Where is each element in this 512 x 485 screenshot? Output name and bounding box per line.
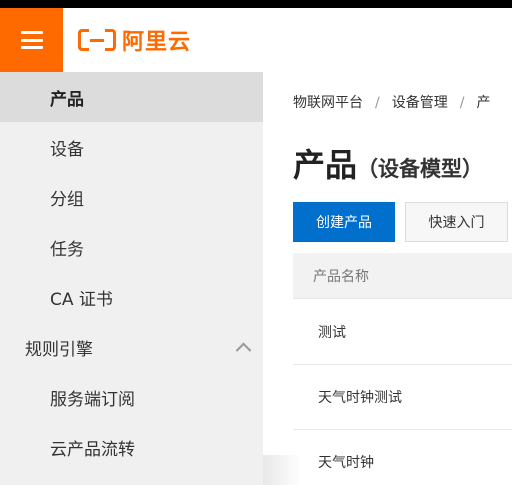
- page-title-subtitle: （设备模型）: [357, 157, 484, 181]
- window-top-border: [0, 0, 512, 8]
- breadcrumb-item: 产: [476, 95, 491, 111]
- sidebar-item-label: 服务端订阅: [50, 389, 135, 410]
- product-name-cell: 测试: [318, 324, 346, 341]
- logo-text: 阿里云: [122, 30, 192, 55]
- page-title: 产品（设备模型）: [293, 140, 483, 186]
- sidebar-item-label: 任务: [50, 239, 84, 260]
- sidebar-group-label: 规则引擎: [25, 339, 93, 360]
- table-row[interactable]: 天气时钟: [293, 429, 512, 485]
- breadcrumb: 物联网平台 / 设备管理 / 产: [293, 92, 490, 112]
- product-name-cell: 天气时钟: [318, 454, 374, 471]
- table-row[interactable]: 天气时钟测试: [293, 364, 512, 430]
- hamburger-icon: [20, 31, 43, 49]
- sidebar-item-groups[interactable]: 分组: [0, 172, 263, 222]
- sidebar-item-cloud-product-forwarding[interactable]: 云产品流转: [0, 422, 263, 472]
- sidebar: 产品 设备 分组 任务 CA 证书 规则引擎 服务端订阅 云产品流转: [0, 72, 263, 485]
- breadcrumb-separator: /: [459, 95, 465, 111]
- column-header-product-name[interactable]: 产品名称: [293, 266, 369, 286]
- sidebar-item-label: 分组: [50, 189, 84, 210]
- page-title-main: 产品: [293, 146, 358, 184]
- table-header: 产品名称: [293, 253, 512, 299]
- sidebar-item-label: 产品: [50, 89, 84, 110]
- sidebar-item-label: CA 证书: [50, 289, 113, 310]
- panel-shadow: [263, 455, 301, 485]
- table-row[interactable]: 测试: [293, 299, 512, 365]
- quick-start-button[interactable]: 快速入门: [405, 202, 508, 242]
- sidebar-item-server-subscription[interactable]: 服务端订阅: [0, 372, 263, 422]
- menu-toggle-button[interactable]: [0, 8, 63, 72]
- main-content: 物联网平台 / 设备管理 / 产 产品（设备模型） 创建产品 快速入门 产品名称 测试 …: [263, 72, 512, 485]
- sidebar-item-ca-certificate[interactable]: CA 证书: [0, 272, 263, 322]
- sidebar-item-tasks[interactable]: 任务: [0, 222, 263, 272]
- create-product-button[interactable]: 创建产品: [293, 202, 395, 242]
- breadcrumb-separator: /: [375, 95, 380, 111]
- sidebar-item-products[interactable]: 产品: [0, 72, 263, 122]
- aliyun-logo-icon: [78, 29, 116, 51]
- sidebar-item-label: 设备: [50, 139, 84, 160]
- product-name-cell: 天气时钟测试: [318, 389, 402, 406]
- aliyun-logo[interactable]: 阿里云: [78, 26, 192, 55]
- sidebar-item-devices[interactable]: 设备: [0, 122, 263, 172]
- sidebar-group-rule-engine[interactable]: 规则引擎: [0, 322, 263, 372]
- sidebar-item-label: 云产品流转: [50, 439, 135, 460]
- breadcrumb-item[interactable]: 设备管理: [392, 95, 448, 111]
- breadcrumb-item[interactable]: 物联网平台: [293, 95, 363, 111]
- chevron-up-icon[interactable]: [235, 342, 252, 359]
- top-header: 阿里云: [0, 8, 512, 73]
